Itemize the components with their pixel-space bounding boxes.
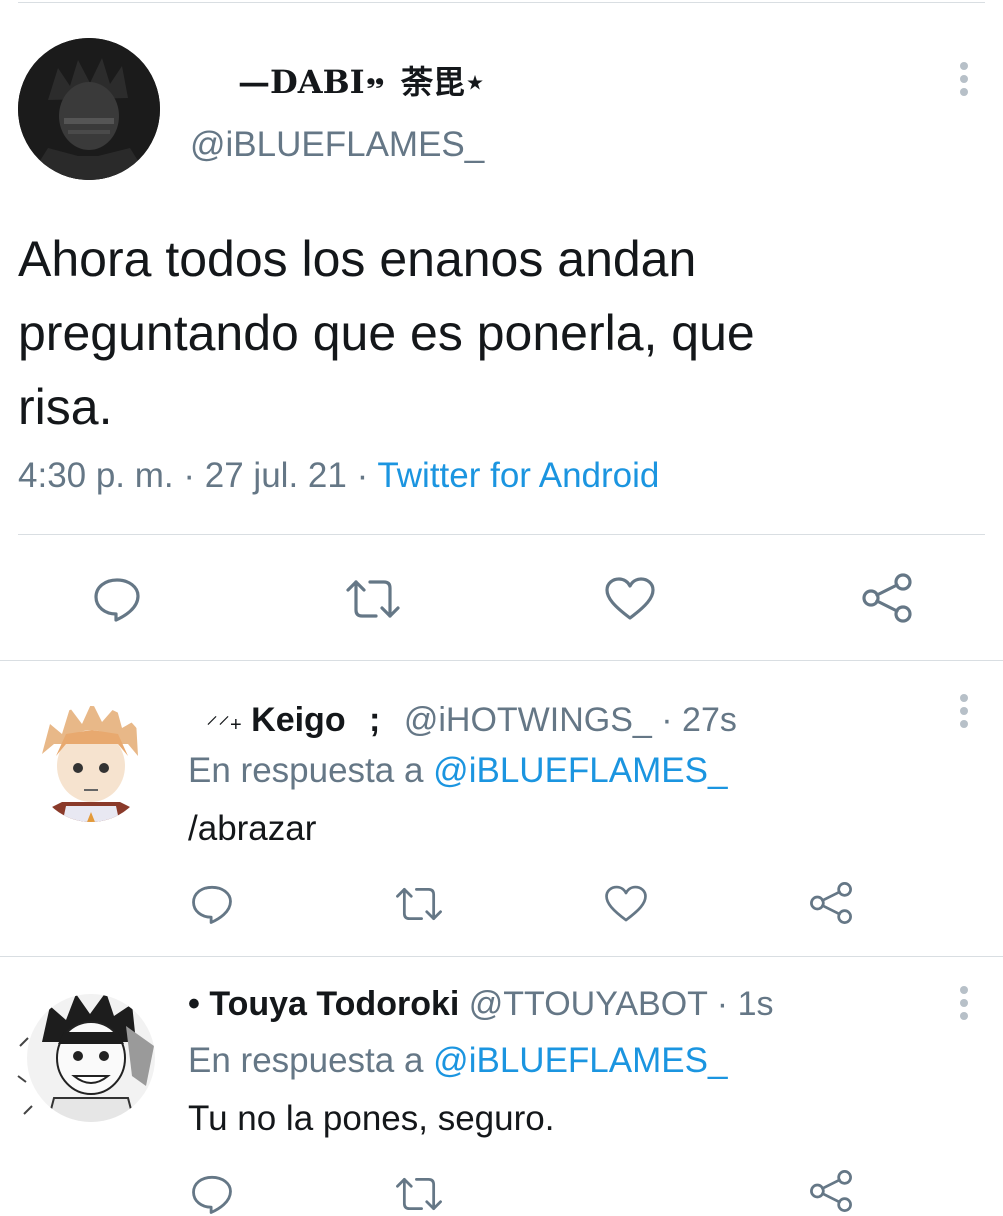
reply-context-link[interactable]: @iBLUEFLAMES_ — [433, 1041, 727, 1080]
heart-icon — [604, 884, 648, 924]
tweet-source-link[interactable]: Twitter for Android — [377, 456, 659, 495]
like-button[interactable] — [604, 884, 648, 924]
reply-icon — [190, 882, 234, 926]
reply-handle[interactable]: @TTOUYABOT — [469, 985, 708, 1023]
meta-separator: · — [356, 456, 369, 495]
reply-icon — [92, 574, 142, 624]
tweet-text-line: risa. — [18, 379, 113, 435]
main-tweet-text: Ahora todos los enanos andan preguntando… — [18, 222, 978, 444]
heart-icon — [604, 576, 656, 622]
reply-button[interactable] — [190, 882, 234, 926]
retweet-icon — [394, 1174, 444, 1214]
reply-context-prefix: En respuesta a — [188, 1041, 424, 1080]
tweet-text-line: preguntando que es ponerla, que — [18, 305, 755, 361]
tweet-text-line: Ahora todos los enanos andan — [18, 231, 697, 287]
tweet-time: 4:30 p. m. — [18, 456, 174, 495]
more-options-icon[interactable] — [956, 692, 972, 732]
meta-separator: · — [661, 701, 673, 739]
share-icon — [860, 572, 914, 624]
reply-author-line: • Touya Todoroki @TTOUYABOT · 1s — [188, 984, 773, 1024]
name-plus: + — [230, 714, 242, 736]
retweet-icon — [394, 884, 444, 924]
reply-context-link[interactable]: @iBLUEFLAMES_ — [433, 751, 727, 790]
reply-display-name[interactable]: Keigo — [251, 701, 345, 739]
name-glyph: ❟❟ — [366, 63, 384, 89]
share-button[interactable] — [808, 880, 854, 926]
reply-context-prefix: En respuesta a — [188, 751, 424, 790]
tweet-divider — [0, 660, 1003, 661]
reply-button[interactable] — [190, 1172, 234, 1216]
share-button[interactable] — [860, 572, 914, 624]
retweet-button[interactable] — [394, 884, 444, 924]
reply-divider — [0, 956, 1003, 957]
share-icon — [808, 1168, 854, 1214]
meta-separator: · — [183, 456, 196, 495]
reply-text: Tu no la pones, seguro. — [188, 1099, 555, 1138]
reply-time: 27s — [682, 701, 737, 739]
top-divider — [18, 2, 985, 3]
name-prefix-glyph: ⸝⸝ — [206, 702, 230, 729]
share-button[interactable] — [808, 1168, 854, 1214]
more-options-icon[interactable] — [956, 60, 972, 100]
reply-context: En respuesta a @iBLUEFLAMES_ — [188, 1040, 727, 1082]
reply-display-name[interactable]: Touya Todoroki — [209, 985, 459, 1023]
like-button[interactable] — [604, 576, 656, 622]
reply-text: /abrazar — [188, 809, 317, 848]
reply-handle[interactable]: @iHOTWINGS_ — [404, 701, 652, 739]
reply-author-line: ⸝⸝+ Keigo ; @iHOTWINGS_ · 27s — [206, 696, 737, 745]
avatar-touya[interactable] — [14, 986, 164, 1136]
reply-context: En respuesta a @iBLUEFLAMES_ — [188, 750, 727, 792]
main-author-handle[interactable]: @iBLUEFLAMES_ — [190, 124, 484, 166]
avatar-dabi[interactable] — [18, 38, 160, 180]
name-prefix-glyph: • — [188, 985, 200, 1023]
reply-time: 1s — [737, 985, 774, 1023]
more-options-icon[interactable] — [956, 984, 972, 1024]
meta-separator: · — [716, 985, 729, 1023]
name-suffix: ; — [369, 701, 381, 739]
share-icon — [808, 880, 854, 926]
tweet-meta: 4:30 p. m. · 27 jul. 21 · Twitter for An… — [18, 454, 659, 498]
retweet-button[interactable] — [344, 576, 402, 622]
reply-icon — [190, 1172, 234, 1216]
retweet-button[interactable] — [394, 1174, 444, 1214]
meta-divider — [18, 534, 985, 535]
display-name: —DABI — [238, 63, 365, 101]
tweet-date: 27 jul. 21 — [204, 456, 347, 495]
name-suffix: 荼毘⋆ — [400, 63, 486, 101]
retweet-icon — [344, 576, 402, 622]
reply-button[interactable] — [92, 574, 142, 624]
avatar-keigo[interactable] — [32, 694, 150, 834]
main-author-name[interactable]: —DABI❟❟ 荼毘⋆ — [238, 56, 485, 102]
